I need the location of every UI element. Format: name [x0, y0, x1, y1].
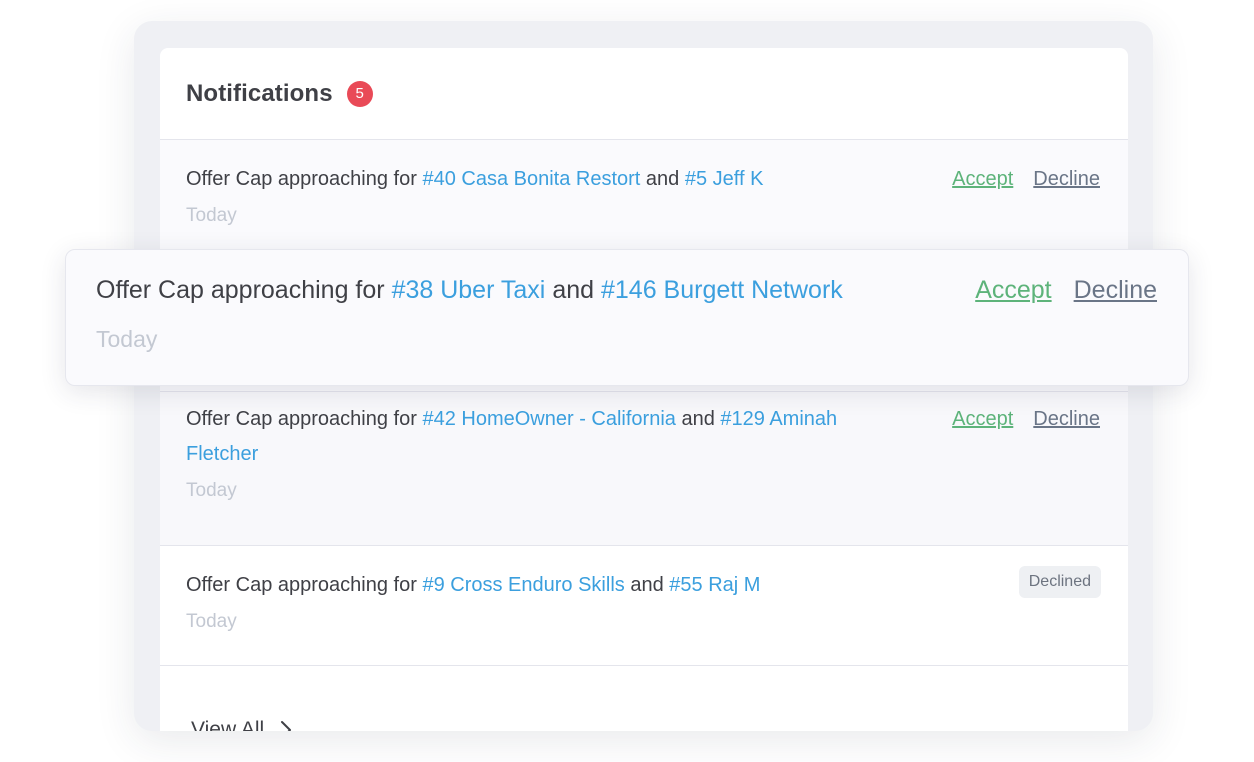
message-joiner: and: [630, 574, 664, 596]
affiliate-link[interactable]: #5 Jeff K: [685, 168, 764, 190]
notification-item: Offer Cap approaching for #9 Cross Endur…: [160, 546, 1128, 666]
notification-item: Offer Cap approaching for #42 HomeOwner …: [160, 392, 1128, 546]
message-joiner: and: [645, 168, 680, 190]
notification-message: Offer Cap approaching for #9 Cross Endur…: [186, 568, 866, 603]
notification-time: Today: [96, 326, 158, 352]
affiliate-link[interactable]: #55 Raj M: [669, 574, 760, 596]
message-prefix: Offer Cap approaching for: [96, 276, 385, 304]
message-prefix: Offer Cap approaching for: [186, 408, 417, 430]
message-prefix: Offer Cap approaching for: [186, 168, 417, 190]
notification-time: Today: [186, 205, 237, 226]
notification-time: Today: [186, 480, 237, 501]
message-prefix: Offer Cap approaching for: [186, 574, 417, 596]
decline-button[interactable]: Decline: [1033, 402, 1100, 437]
decline-button[interactable]: Decline: [1033, 162, 1100, 197]
panel-footer: View All: [160, 666, 1128, 731]
notification-count-badge: 5: [346, 80, 373, 107]
offer-link[interactable]: #9 Cross Enduro Skills: [422, 574, 624, 596]
offer-link[interactable]: #40 Casa Bonita Restort: [422, 168, 640, 190]
accept-button[interactable]: Accept: [975, 272, 1051, 308]
message-joiner: and: [681, 408, 715, 430]
notification-time: Today: [186, 611, 237, 632]
notifications-panel: Notifications 5 Offer Cap approaching fo…: [160, 48, 1128, 731]
message-joiner: and: [552, 276, 595, 304]
notification-actions: Accept Decline: [952, 402, 1100, 437]
view-all-link[interactable]: View All: [191, 718, 264, 731]
notification-actions: Accept Decline: [975, 272, 1157, 308]
panel-header: Notifications 5: [160, 48, 1128, 140]
notification-message: Offer Cap approaching for #42 HomeOwner …: [186, 402, 866, 472]
notification-message: Offer Cap approaching for #40 Casa Bonit…: [186, 162, 866, 197]
notification-actions: Accept Decline: [952, 162, 1100, 197]
decline-button[interactable]: Decline: [1074, 272, 1157, 308]
notification-item: Offer Cap approaching for #40 Casa Bonit…: [160, 140, 1128, 252]
declined-status-badge: Declined: [1018, 566, 1101, 598]
chevron-right-icon[interactable]: [280, 720, 292, 731]
highlighted-notification-card: Offer Cap approaching for #38 Uber Taxi …: [65, 249, 1189, 386]
panel-title: Notifications: [186, 79, 333, 107]
accept-button[interactable]: Accept: [952, 402, 1013, 437]
accept-button[interactable]: Accept: [952, 162, 1013, 197]
offer-link[interactable]: #38 Uber Taxi: [392, 276, 546, 304]
affiliate-link[interactable]: #146 Burgett Network: [601, 276, 843, 304]
offer-link[interactable]: #42 HomeOwner - California: [422, 408, 675, 430]
